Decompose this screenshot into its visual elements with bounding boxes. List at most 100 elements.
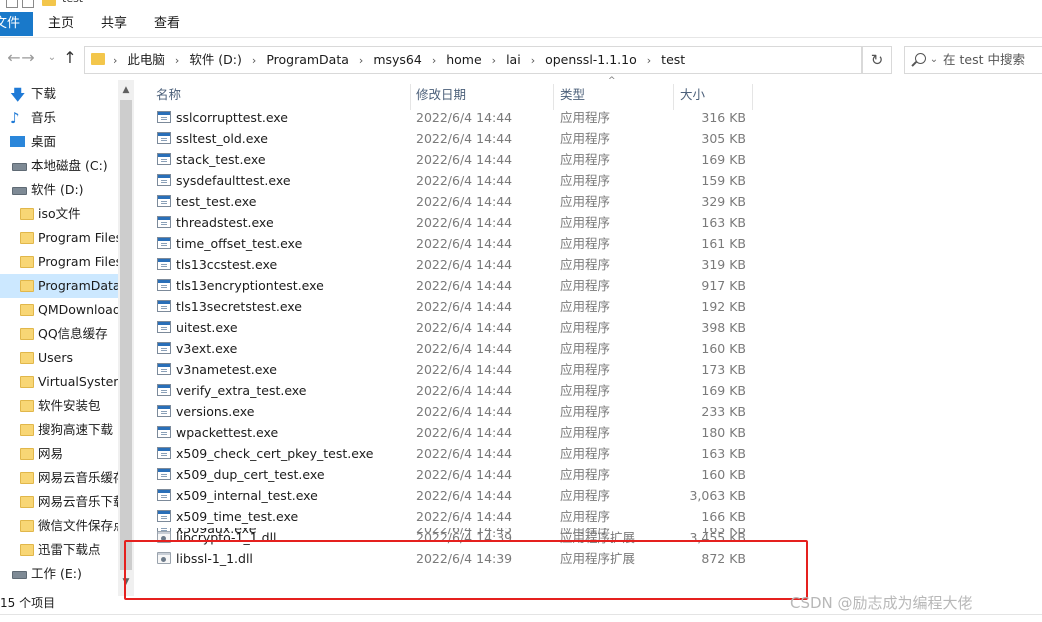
folder-icon [20, 472, 34, 484]
breadcrumb-msys64[interactable]: msys64 [373, 47, 422, 73]
forward-arrow-icon[interactable]: → [20, 48, 36, 68]
breadcrumb-programdata[interactable]: ProgramData [266, 47, 349, 73]
up-arrow-icon[interactable]: ↑ [62, 48, 78, 68]
file-type: 应用程序 [560, 446, 611, 461]
sidebar-item[interactable]: ProgramData [0, 274, 118, 298]
sidebar-item[interactable]: 搜狗高速下载 [0, 418, 118, 442]
sidebar-item[interactable]: iso文件 [0, 202, 118, 226]
chevron-right-icon[interactable]: › [531, 48, 535, 74]
refresh-button[interactable]: ↻ [862, 46, 892, 74]
sidebar-scrollbar-thumb[interactable] [120, 100, 132, 570]
sidebar-item[interactable]: 桌面 [0, 130, 118, 154]
chevron-right-icon[interactable]: › [175, 48, 179, 74]
chevron-right-icon[interactable]: › [252, 48, 256, 74]
address-bar[interactable]: › 此电脑 › 软件 (D:) › ProgramData › msys64 › home › lai… [84, 46, 938, 74]
file-row[interactable]: uitest.exe 2022/6/4 14:44 应用程序 398 KB [150, 317, 760, 338]
file-row[interactable]: wpackettest.exe 2022/6/4 14:44 应用程序 180 KB [150, 422, 760, 443]
sidebar-item[interactable]: 网易云音乐下载 [0, 490, 118, 514]
chevron-right-icon[interactable]: › [492, 48, 496, 74]
file-row[interactable]: test_test.exe 2022/6/4 14:44 应用程序 329 KB [150, 191, 760, 212]
file-row[interactable]: x509_time_test.exe 2022/6/4 14:44 应用程序 166 … [150, 506, 760, 527]
file-row[interactable]: x509_check_cert_pkey_test.exe 2022/6/4 14… [150, 443, 760, 464]
file-row[interactable]: x509_internal_test.exe 2022/6/4 14:44 应用程序… [150, 485, 760, 506]
file-size: 917 KB [701, 278, 746, 293]
column-header-date[interactable]: 修改日期 [416, 84, 466, 106]
file-name: time_offset_test.exe [176, 236, 303, 251]
app-icon[interactable] [6, 0, 18, 8]
file-row[interactable]: ssltest_old.exe 2022/6/4 14:44 应用程序 305 KB [150, 128, 760, 149]
breadcrumb-test[interactable]: test [661, 47, 685, 73]
sidebar-item-label: ProgramData [38, 278, 118, 293]
sidebar-item-label: 网易 [38, 446, 64, 461]
sidebar-item[interactable]: QQ信息缓存 [0, 322, 118, 346]
tab-home[interactable]: 主页 [48, 12, 74, 36]
recent-locations-chevron-icon[interactable]: ⌄ [44, 48, 60, 68]
file-row[interactable]: v3ext.exe 2022/6/4 14:44 应用程序 160 KB [150, 338, 760, 359]
file-row[interactable]: sysdefaulttest.exe 2022/6/4 14:44 应用程序 159 … [150, 170, 760, 191]
file-date: 2022/6/4 14:44 [416, 131, 513, 146]
file-type: 应用程序 [560, 320, 611, 335]
chevron-right-icon[interactable]: › [359, 48, 363, 74]
drive-icon [12, 571, 27, 579]
file-row[interactable]: time_offset_test.exe 2022/6/4 14:44 应用程序 16… [150, 233, 760, 254]
file-row[interactable]: verify_extra_test.exe 2022/6/4 14:44 应用程序 1… [150, 380, 760, 401]
sidebar-item[interactable]: 工作 (E:) [0, 562, 118, 586]
file-name: v3nametest.exe [176, 362, 277, 377]
file-date: 2022/6/4 14:44 [416, 236, 513, 251]
breadcrumb-drive-d[interactable]: 软件 (D:) [189, 47, 242, 73]
file-row[interactable]: x509_dup_cert_test.exe 2022/6/4 14:44 应用程序… [150, 464, 760, 485]
file-row[interactable]: tls13encryptiontest.exe 2022/6/4 14:44 应用程… [150, 275, 760, 296]
sidebar-item[interactable]: Program Files [0, 226, 118, 250]
tab-view[interactable]: 查看 [154, 12, 180, 36]
file-size: 319 KB [701, 257, 746, 272]
quick-access-checkbox-icon[interactable] [22, 0, 34, 8]
file-name: versions.exe [176, 404, 255, 419]
sidebar-item[interactable]: 🡇 下载 [0, 82, 118, 106]
sidebar-item[interactable]: Users [0, 346, 118, 370]
file-row[interactable]: stack_test.exe 2022/6/4 14:44 应用程序 169 KB [150, 149, 760, 170]
sidebar-item[interactable]: 本地磁盘 (C:) [0, 154, 118, 178]
sidebar-item[interactable]: ♪ 音乐 [0, 106, 118, 130]
column-header-type[interactable]: 类型 [560, 84, 585, 106]
breadcrumb-home[interactable]: home [446, 47, 481, 73]
sidebar-item[interactable]: 网易云音乐缓存 [0, 466, 118, 490]
sidebar-item-label: 桌面 [31, 134, 57, 149]
chevron-right-icon[interactable]: › [113, 48, 117, 74]
file-date: 2022/6/4 14:44 [416, 341, 513, 356]
file-date: 2022/6/4 14:44 [416, 509, 513, 524]
folder-icon [20, 424, 34, 436]
file-size: 329 KB [701, 194, 746, 209]
file-row[interactable]: tls13secretstest.exe 2022/6/4 14:44 应用程序 19… [150, 296, 760, 317]
column-header-size[interactable]: 大小 [680, 84, 705, 106]
file-row[interactable]: threadstest.exe 2022/6/4 14:44 应用程序 163 KB [150, 212, 760, 233]
scroll-up-arrow-icon[interactable]: ▲ [118, 82, 134, 98]
sidebar-item[interactable]: 网易 [0, 442, 118, 466]
exe-file-icon [157, 384, 171, 396]
file-row[interactable]: versions.exe 2022/6/4 14:44 应用程序 233 KB [150, 401, 760, 422]
search-input[interactable]: 在 test 中搜索 [904, 46, 1042, 74]
sidebar-item-label: Program Files [38, 230, 118, 245]
sidebar-item[interactable]: VirtualSystem [0, 370, 118, 394]
sidebar-item-label: 下载 [31, 86, 57, 101]
file-row[interactable]: tls13ccstest.exe 2022/6/4 14:44 应用程序 319 KB [150, 254, 760, 275]
tab-share[interactable]: 共享 [101, 12, 127, 36]
chevron-right-icon[interactable]: › [647, 48, 651, 74]
tab-file[interactable]: 文件 [0, 12, 33, 36]
breadcrumb-this-pc[interactable]: 此电脑 [127, 47, 165, 73]
sidebar-item[interactable]: 软件安装包 [0, 394, 118, 418]
breadcrumb-lai[interactable]: lai [506, 47, 521, 73]
column-header-name[interactable]: 名称 [156, 84, 181, 106]
file-type: 应用程序 [560, 488, 611, 503]
sidebar-item[interactable]: 微信文件保存点 [0, 514, 118, 538]
file-type: 应用程序 [560, 131, 611, 146]
sidebar-item[interactable]: 迅雷下载点 [0, 538, 118, 562]
chevron-right-icon[interactable]: › [432, 48, 436, 74]
download-icon: 🡇 [10, 86, 26, 104]
sidebar-item[interactable]: QMDownload [0, 298, 118, 322]
sidebar-item[interactable]: 软件 (D:) [0, 178, 118, 202]
breadcrumb-openssl[interactable]: openssl-1.1.1o [545, 47, 637, 73]
exe-file-icon [157, 258, 171, 270]
file-row[interactable]: v3nametest.exe 2022/6/4 14:44 应用程序 173 KB [150, 359, 760, 380]
file-row[interactable]: sslcorrupttest.exe 2022/6/4 14:44 应用程序 316 … [150, 107, 760, 128]
sidebar-item[interactable]: Program Files [0, 250, 118, 274]
